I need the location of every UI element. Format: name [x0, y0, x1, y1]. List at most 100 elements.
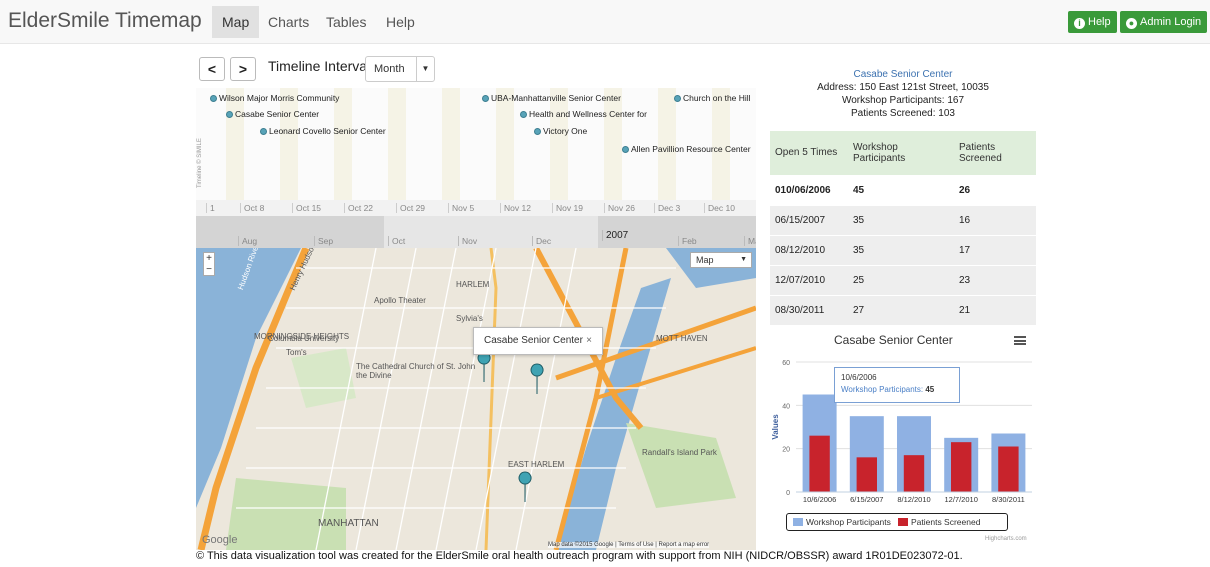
tooltip-value: 45 [925, 385, 935, 394]
caret-down-icon: ▼ [740, 256, 747, 263]
admin-login-button[interactable]: ● Admin Login [1120, 11, 1208, 33]
bar-screened [809, 435, 830, 492]
map-label-apollo: Apollo Theater [374, 296, 426, 305]
nav-charts[interactable]: Charts [258, 6, 319, 38]
timeline-next-button[interactable]: > [230, 57, 256, 81]
legend-swatch [897, 518, 908, 526]
user-icon: ● [1126, 18, 1137, 29]
center-address: Address: 150 East 121st Street, 10035 [817, 82, 989, 93]
legend-screened[interactable]: Patients Screened [911, 517, 980, 527]
event-dot-icon [482, 95, 489, 102]
admin-login-label: Admin Login [1140, 16, 1202, 28]
map-label-columbia: Columbia University [268, 334, 340, 343]
center-name[interactable]: Casabe Senior Center [770, 68, 1036, 81]
event-dot-icon [210, 95, 217, 102]
bar-screened [951, 442, 972, 492]
map-panel[interactable]: HARLEM MORNINGSIDE HEIGHTS Columbia Univ… [196, 248, 756, 550]
timeline-event[interactable]: Victory One [534, 126, 587, 136]
table-header-row: Open 5 Times Workshop Participants Patie… [770, 131, 1036, 175]
timeline-prev-button[interactable]: < [199, 57, 225, 81]
map-label-sylvias: Sylvia's [456, 314, 483, 323]
nav-help[interactable]: Help [376, 6, 425, 38]
timeline-interval-label: Timeline Interval: [268, 58, 375, 74]
x-tick-label: 10/6/2006 [803, 495, 836, 504]
col-header: Open 5 Times [770, 131, 848, 175]
y-tick-label: 40 [782, 403, 790, 410]
center-screened: Patients Screened: 103 [851, 108, 955, 119]
timeline-event[interactable]: Health and Wellness Center for [520, 109, 647, 119]
table-row: 08/30/2011 27 21 [770, 294, 1036, 325]
map-label-mott-haven: MOTT HAVEN [656, 334, 708, 343]
caret-down-icon: ▼ [416, 57, 434, 81]
zoom-in-button[interactable]: + [204, 253, 214, 264]
timeline-interval-select[interactable]: Month ▼ [365, 56, 435, 82]
center-info: Casabe Senior Center Address: 150 East 1… [770, 68, 1036, 120]
col-header: Patients Screened [954, 131, 1036, 175]
map-label-toms: Tom's [286, 348, 307, 357]
visits-table: Open 5 Times Workshop Participants Patie… [770, 131, 1036, 325]
timeline-panel[interactable]: Wilson Major Morris Community Casabe Sen… [196, 88, 756, 214]
timeline-event[interactable]: Leonard Covello Senior Center [260, 126, 386, 136]
map-label-harlem: HARLEM [456, 280, 490, 289]
table-row: 010/06/2006 45 26 [770, 174, 1036, 205]
zoom-out-button[interactable]: − [204, 264, 214, 275]
map-popup: Casabe Senior Center × [473, 327, 603, 355]
event-dot-icon [520, 111, 527, 118]
popup-title: Casabe Senior Center [484, 335, 583, 346]
timeline-event[interactable]: UBA-Manhattanville Senior Center [482, 93, 621, 103]
google-logo: Google [202, 534, 238, 546]
table-row: 08/12/2010 35 17 [770, 234, 1036, 265]
center-participants: Workshop Participants: 167 [841, 95, 965, 106]
timeline-event[interactable]: Church on the Hill [674, 93, 751, 103]
bar-screened [856, 457, 877, 492]
y-axis-label: Values [771, 414, 780, 440]
legend-workshop[interactable]: Workshop Participants [806, 517, 891, 527]
event-dot-icon [534, 128, 541, 135]
table-row: 12/07/2010 25 23 [770, 264, 1036, 295]
event-dot-icon [260, 128, 267, 135]
y-tick-label: 20 [782, 447, 790, 454]
navbar: ElderSmile Timemap Map Charts Tables Hel… [0, 0, 1210, 44]
close-icon[interactable]: × [586, 328, 592, 354]
help-button[interactable]: i Help [1068, 11, 1117, 33]
col-header: Workshop Participants [848, 131, 954, 175]
table-row: 06/15/2007 35 16 [770, 204, 1036, 235]
event-dot-icon [226, 111, 233, 118]
chart-legend: Workshop Participants Patients Screened [786, 513, 1008, 531]
map-zoom-control[interactable]: + − [203, 252, 215, 276]
timeline-week-scale[interactable]: 1 Oct 8 Oct 15 Oct 22 Oct 29 Nov 5 Nov 1… [196, 200, 756, 216]
map-label-cathedral: The Cathedral Church of St. John the Div… [356, 362, 476, 380]
timeline-month-scale[interactable]: Aug Sep Oct Nov Dec 2007 Feb Ma [196, 216, 756, 248]
map-label-manhattan: MANHATTAN [318, 518, 379, 529]
map-type-value: Map [696, 255, 714, 265]
nav-map[interactable]: Map [212, 6, 260, 38]
map-canvas [196, 248, 756, 550]
timeline-event[interactable]: Wilson Major Morris Community [210, 93, 339, 103]
y-tick-label: 60 [782, 360, 790, 367]
highcharts-credit[interactable]: Highcharts.com [985, 536, 1027, 542]
map-label-east-harlem: EAST HARLEM [508, 460, 565, 469]
tooltip-label: Workshop Participants: [841, 385, 924, 394]
brand-title[interactable]: ElderSmile Timemap [8, 9, 202, 33]
map-label-randalls: Randall's Island Park [642, 448, 717, 457]
simile-credit: Timeline © SIMILE [197, 138, 203, 188]
nav-tables[interactable]: Tables [316, 6, 376, 38]
bar-screened [903, 455, 925, 492]
y-tick-label: 0 [786, 490, 790, 497]
bar-screened [998, 446, 1019, 492]
map-attribution[interactable]: Map data ©2015 Google | Terms of Use | R… [548, 542, 710, 548]
tooltip-date: 10/6/2006 [841, 373, 877, 382]
event-dot-icon [674, 95, 681, 102]
timeline-interval-value: Month [374, 63, 405, 75]
x-tick-label: 8/30/2011 [992, 495, 1025, 504]
map-type-select[interactable]: Map ▼ [690, 252, 752, 268]
legend-swatch [793, 518, 803, 526]
info-icon: i [1074, 18, 1085, 29]
timeline-event[interactable]: Allen Pavillion Resource Center [622, 144, 751, 154]
timeline-event[interactable]: Casabe Senior Center [226, 109, 319, 119]
help-button-label: Help [1088, 16, 1111, 28]
event-dot-icon [622, 146, 629, 153]
x-tick-label: 8/12/2010 [897, 495, 930, 504]
footer-note: © This data visualization tool was creat… [196, 550, 963, 562]
x-tick-label: 12/7/2010 [945, 495, 978, 504]
